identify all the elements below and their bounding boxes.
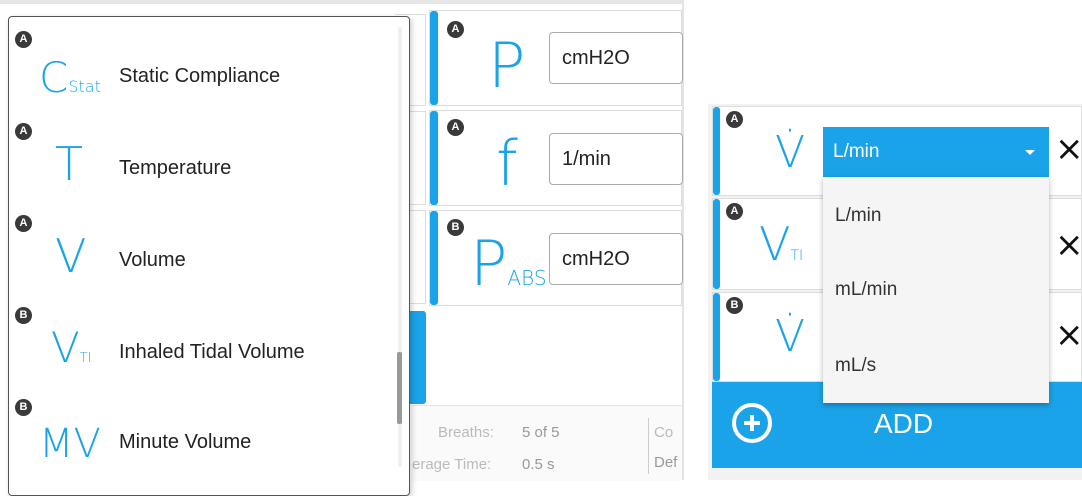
pressure-abs-symbol: PABS	[470, 227, 547, 300]
badge: A	[726, 203, 743, 220]
pressure-symbol: P	[488, 29, 526, 102]
footer-right-text-2: Def	[654, 454, 678, 471]
scrollbar-thumb[interactable]	[397, 352, 402, 424]
unit-value: 1/min	[562, 147, 611, 170]
parameter-card-p[interactable]: A P cmH2O	[429, 10, 683, 106]
dropdown-option[interactable]: mL/s	[823, 355, 1049, 377]
row-stripe	[713, 293, 720, 381]
dropdown-option[interactable]: L/min	[823, 205, 1049, 227]
list-item-label: Temperature	[119, 157, 232, 179]
breaths-value: 5 of 5	[522, 424, 560, 441]
unit-value: cmH2O	[562, 247, 630, 270]
list-item-label: Volume	[119, 249, 186, 271]
unit-field[interactable]: cmH2O	[549, 32, 683, 84]
unit-field[interactable]: 1/min	[549, 133, 683, 185]
symbol-subscript: TI	[79, 351, 92, 366]
symbol-main: V	[51, 323, 80, 372]
list-item-inhaled-tidal-volume[interactable]: B VTI Inhaled Tidal Volume	[9, 301, 389, 391]
list-item-minute-volume[interactable]: B MV Minute Volume	[9, 393, 389, 483]
symbol-subscript: TI	[790, 248, 804, 264]
parameter-card-f[interactable]: A f 1/min	[429, 110, 683, 206]
list-item-label: Minute Volume	[119, 431, 252, 453]
static-compliance-symbol: CStat	[39, 53, 101, 102]
footer-stats: Breaths: 5 of 5 erage Time: 0.5 s Co Def	[412, 405, 682, 481]
card-stripe	[430, 111, 438, 205]
row-stripe	[713, 107, 720, 195]
badge: B	[15, 399, 32, 416]
badge: A	[15, 31, 32, 48]
tidal-volume-symbol: VTI	[759, 217, 803, 271]
average-time-label: erage Time:	[412, 456, 492, 473]
unit-value: cmH2O	[562, 46, 630, 69]
frequency-symbol: f	[496, 127, 518, 200]
badge: A	[447, 21, 464, 38]
dropdown-option[interactable]: mL/min	[823, 279, 1049, 301]
unit-dropdown-menu[interactable]: L/min mL/min mL/s	[823, 177, 1049, 403]
footer-divider	[648, 418, 649, 474]
symbol-subscript: Stat	[68, 77, 101, 96]
dropdown-selected-value: L/min	[833, 141, 880, 162]
symbol-main: P	[470, 227, 508, 300]
card-stripe	[430, 11, 438, 105]
badge: A	[15, 123, 32, 140]
badge: B	[726, 297, 743, 314]
add-button-label: ADD	[874, 408, 934, 439]
badge: B	[447, 219, 464, 236]
list-item-label: Static Compliance	[119, 65, 281, 87]
close-icon[interactable]: ×	[1055, 315, 1082, 355]
tidal-volume-symbol: VTI	[51, 323, 92, 372]
top-divider	[0, 0, 684, 4]
breaths-label: Breaths:	[438, 424, 494, 441]
list-item-static-compliance[interactable]: A CStat Static Compliance	[9, 25, 389, 115]
list-item-volume[interactable]: A V Volume	[9, 209, 389, 299]
badge: A	[447, 119, 464, 136]
card-stripe	[430, 211, 438, 305]
badge: A	[15, 215, 32, 232]
badge: B	[15, 307, 32, 324]
temperature-symbol: T	[55, 137, 84, 191]
row-stripe	[713, 199, 720, 289]
symbol-main: V	[759, 217, 791, 271]
parameter-list-popup[interactable]: A CStat Static Compliance A T Temperatur…	[8, 16, 410, 496]
volume-symbol: V	[55, 229, 87, 283]
list-item-temperature[interactable]: A T Temperature	[9, 117, 389, 207]
close-icon[interactable]: ×	[1055, 129, 1082, 169]
flow-symbol: V̇	[775, 127, 806, 178]
list-item-label: Inhaled Tidal Volume	[119, 341, 305, 363]
close-icon[interactable]: ×	[1055, 225, 1082, 265]
unit-dropdown[interactable]: L/min	[823, 127, 1049, 177]
parameter-card-pabs[interactable]: B PABS cmH2O	[429, 210, 683, 306]
symbol-subscript: ABS	[507, 266, 547, 290]
unit-field[interactable]: cmH2O	[549, 233, 683, 285]
flow-symbol: V̇	[775, 311, 806, 362]
footer-right-text-1: Co	[654, 424, 674, 441]
badge: A	[726, 111, 743, 128]
minute-volume-symbol: MV	[39, 421, 101, 467]
chevron-down-icon	[1025, 150, 1035, 155]
plus-circle-icon	[732, 403, 772, 443]
average-time-value: 0.5 s	[522, 456, 555, 473]
symbol-main: C	[39, 53, 69, 102]
